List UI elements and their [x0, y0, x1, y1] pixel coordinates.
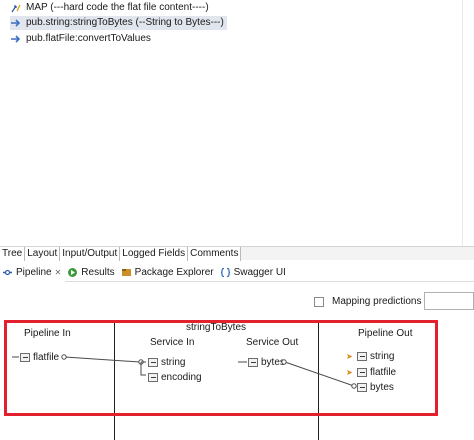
mapping-predictions-checkbox[interactable]	[314, 296, 324, 307]
string-field-icon	[357, 351, 367, 361]
pipeline-out-header: Pipeline Out	[358, 328, 413, 339]
pipeline-out-field-bytes[interactable]: bytes	[357, 381, 394, 393]
service-in-field-encoding[interactable]: encoding	[148, 371, 202, 383]
tab-swagger-ui-label: Swagger UI	[233, 267, 286, 278]
tab-package-explorer-label: Package Explorer	[134, 267, 214, 278]
service-out-header: Service Out	[246, 337, 299, 348]
string-field-icon	[148, 372, 158, 382]
field-label: string	[370, 350, 395, 362]
tab-input-output[interactable]: Input/Output	[60, 247, 121, 261]
invoke-arrow-icon	[10, 33, 22, 45]
mapping-predictions-toggle[interactable]: Mapping predictions	[314, 296, 422, 307]
pipeline-icon	[2, 267, 13, 278]
field-label: encoding	[161, 371, 202, 383]
string-field-icon	[357, 367, 367, 377]
flow-step-string-to-bytes[interactable]: pub.string:stringToBytes (--String to By…	[10, 16, 227, 30]
pipeline-in-field-flatfile[interactable]: flatfile	[20, 351, 59, 363]
tab-results[interactable]: Results	[65, 264, 118, 282]
service-out-field-bytes[interactable]: bytes	[248, 356, 285, 368]
tab-logged-fields[interactable]: Logged Fields	[120, 247, 189, 261]
service-in-header: Service In	[150, 337, 195, 348]
flow-step-map[interactable]: MAP (---hard code the flat file content-…	[10, 1, 209, 15]
flow-step-label: MAP (---hard code the flat file content-…	[26, 2, 209, 13]
swagger-icon	[220, 267, 231, 278]
field-label: flatfile	[370, 366, 397, 378]
field-label: flatfile	[33, 351, 60, 363]
field-label: bytes	[261, 356, 285, 368]
tab-layout[interactable]: Layout	[25, 247, 61, 261]
bytes-field-icon	[357, 382, 367, 392]
tab-comments[interactable]: Comments	[188, 247, 242, 261]
pipeline-search-input[interactable]	[424, 292, 474, 310]
bytes-field-icon	[248, 357, 258, 367]
flow-step-convert-to-values[interactable]: pub.flatFile:convertToValues	[10, 32, 151, 46]
invoke-arrow-icon	[10, 17, 22, 29]
tab-tree[interactable]: Tree	[0, 247, 26, 261]
flow-step-label: pub.flatFile:convertToValues	[26, 33, 151, 44]
string-field-icon	[20, 352, 30, 362]
string-field-icon	[148, 357, 158, 367]
flow-panel-divider	[462, 0, 463, 246]
mapped-arrow-icon: ➤	[346, 351, 353, 361]
tab-swagger-ui[interactable]: Swagger UI	[218, 264, 290, 282]
flow-step-label: pub.string:stringToBytes (--String to By…	[26, 17, 224, 28]
tab-results-label: Results	[81, 267, 115, 278]
map-icon	[10, 2, 22, 14]
results-icon	[67, 267, 78, 278]
column-divider	[114, 320, 115, 440]
pipeline-in-header: Pipeline In	[24, 328, 71, 339]
flow-steps-panel: MAP (---hard code the flat file content-…	[0, 0, 474, 246]
pipeline-out-field-string[interactable]: ➤ string	[346, 350, 394, 362]
service-name-header: stringToBytes	[186, 322, 247, 333]
mapped-arrow-icon: ➤	[346, 367, 353, 377]
field-label: bytes	[370, 381, 394, 393]
view-tab-bar: Pipeline ✕ Results Package Explorer Swag…	[0, 263, 474, 282]
service-in-field-string[interactable]: string	[148, 356, 185, 368]
field-label: string	[161, 356, 186, 368]
package-icon	[121, 267, 132, 278]
pipeline-out-field-flatfile[interactable]: ➤ flatfile	[346, 366, 396, 378]
tab-pipeline-label: Pipeline	[16, 267, 52, 278]
editor-tab-bar: Tree Layout Input/Output Logged Fields C…	[0, 246, 474, 261]
tab-package-explorer[interactable]: Package Explorer	[119, 264, 218, 282]
close-icon[interactable]: ✕	[55, 268, 62, 277]
column-divider	[318, 320, 319, 440]
mapping-predictions-label: Mapping predictions	[332, 296, 422, 307]
tab-pipeline[interactable]: Pipeline ✕	[0, 263, 66, 282]
